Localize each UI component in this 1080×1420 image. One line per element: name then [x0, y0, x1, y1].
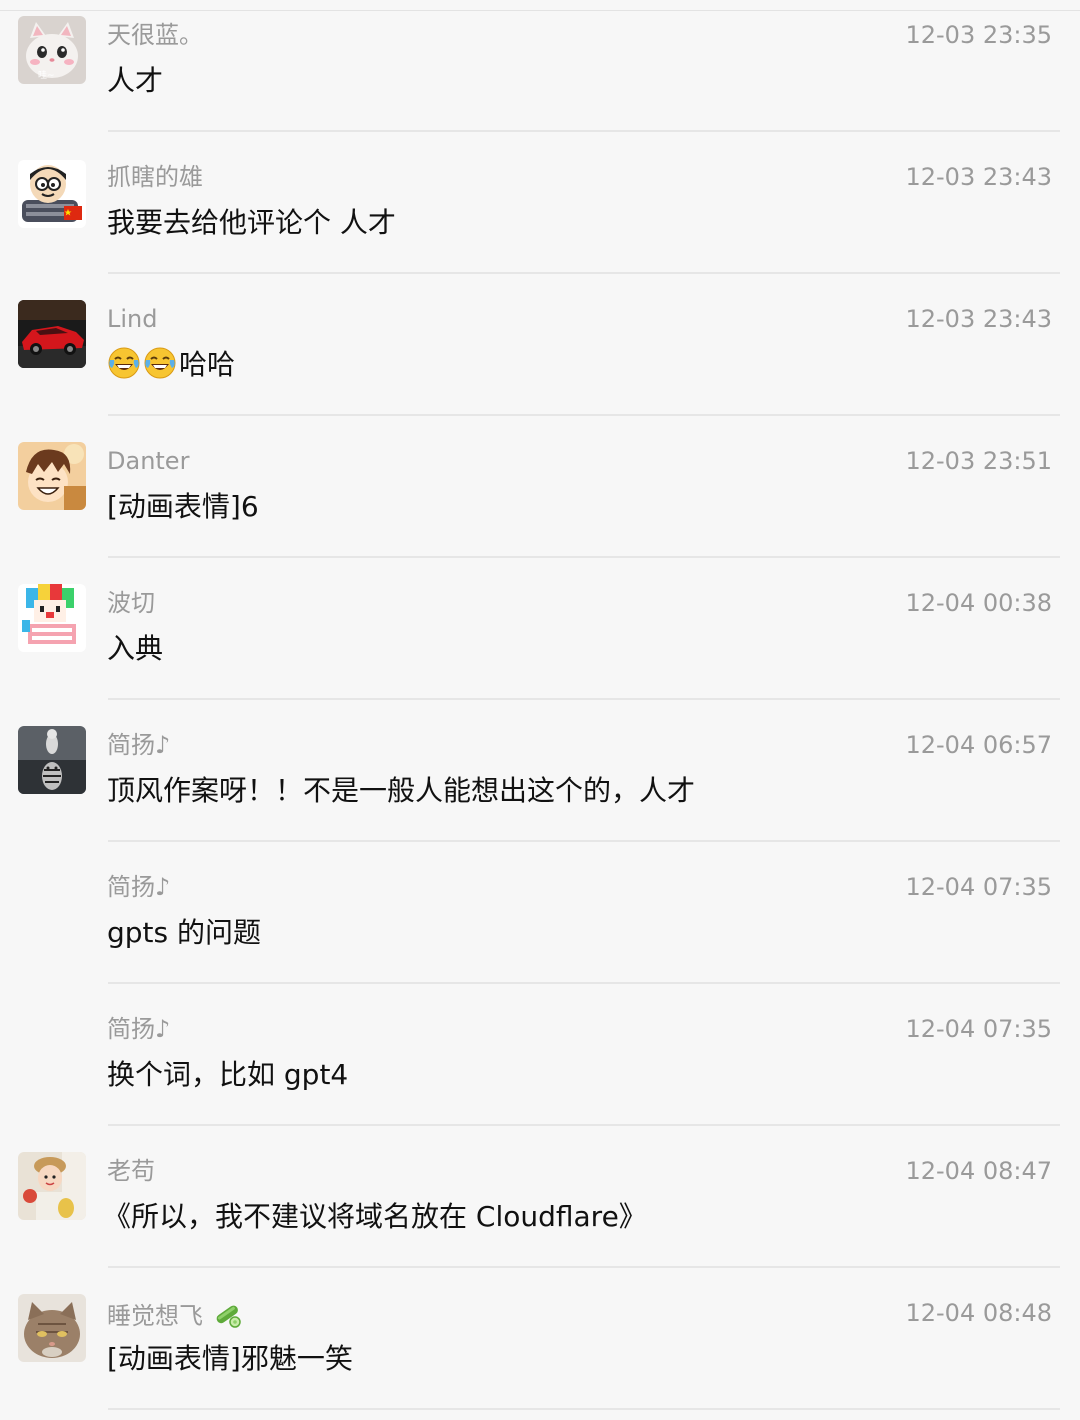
cartoon-boy-avatar-icon[interactable] — [18, 160, 86, 228]
comment-item[interactable]: 简扬♪ 12-04 07:35 gpts 的问题 — [0, 852, 1080, 994]
comment-text: 我要去给他评论个 人才 — [107, 206, 396, 239]
commenter-name[interactable]: 波切 — [107, 588, 155, 618]
cat-tiger-reflection-avatar-icon[interactable] — [18, 726, 86, 794]
comment-time: 12-03 23:43 — [905, 305, 1052, 333]
comment-text-content: 哈哈 — [179, 348, 236, 381]
commenter-name[interactable]: 抓瞎的雄 — [107, 162, 203, 192]
comment-text: [动画表情]6 — [107, 490, 259, 523]
commenter-name[interactable]: 天很蓝。 — [107, 20, 203, 50]
child-photo-avatar-icon[interactable] — [18, 1152, 86, 1220]
commenter-name[interactable]: Danter — [107, 446, 189, 476]
pixel-clown-avatar-icon[interactable] — [18, 584, 86, 652]
comment-text: 顶风作案呀！！不是一般人能想出这个的，人才 — [107, 774, 696, 807]
cat-face-avatar-icon[interactable] — [18, 1294, 86, 1362]
comment-time: 12-04 08:48 — [905, 1299, 1052, 1327]
commenter-name[interactable]: 老苟 — [107, 1156, 155, 1186]
comment-time: 12-03 23:35 — [905, 21, 1052, 49]
cucumber-icon — [211, 1298, 243, 1337]
anime-boy-avatar-icon[interactable] — [18, 442, 86, 510]
commenter-name[interactable]: 睡觉想飞 — [107, 1302, 203, 1330]
cat-avatar-icon[interactable]: 哇~ — [18, 16, 86, 84]
comment-item[interactable]: Danter 12-03 23:51 [动画表情]6 — [0, 426, 1080, 568]
commenter-name[interactable]: 简扬♪ — [107, 1014, 170, 1044]
comment-item[interactable]: 老苟 12-04 08:47 《所以，我不建议将域名放在 Cloudflare》 — [0, 1136, 1080, 1278]
comment-item[interactable]: 简扬♪ 12-04 06:57 顶风作案呀！！不是一般人能想出这个的，人才 — [0, 710, 1080, 852]
comment-text: [动画表情]邪魅一笑 — [107, 1342, 353, 1375]
comment-separator — [108, 130, 1060, 132]
comment-time: 12-04 06:57 — [905, 731, 1052, 759]
comment-item[interactable]: Lind 12-03 23:43 哈哈 — [0, 284, 1080, 426]
comment-separator — [108, 1408, 1060, 1410]
comment-text: 《所以，我不建议将域名放在 Cloudflare》 — [103, 1200, 647, 1233]
comment-item[interactable]: 睡觉想飞 12-04 08:48 [动画表情]邪魅一笑 — [0, 1278, 1080, 1420]
comment-text: 人才 — [107, 64, 164, 97]
comment-item[interactable]: 波切 12-04 00:38 入典 — [0, 568, 1080, 710]
comment-item[interactable]: 哇~ 天很蓝。 12-03 23:35 人才 — [0, 0, 1080, 142]
comment-item[interactable]: 抓瞎的雄 12-03 23:43 我要去给他评论个 人才 — [0, 142, 1080, 284]
comment-time: 12-04 07:35 — [905, 1015, 1052, 1043]
svg-text:哇~: 哇~ — [38, 70, 55, 81]
comment-text: 换个词，比如 gpt4 — [107, 1058, 349, 1091]
comment-separator — [108, 1266, 1060, 1268]
comment-separator — [108, 840, 1060, 842]
comment-time: 12-03 23:51 — [905, 447, 1052, 475]
commenter-name[interactable]: 简扬♪ — [107, 872, 170, 902]
laughing-tears-emoji-icon — [107, 346, 141, 391]
comment-text: gpts 的问题 — [107, 916, 262, 949]
comment-item[interactable]: 简扬♪ 12-04 07:35 换个词，比如 gpt4 — [0, 994, 1080, 1136]
comment-time: 12-03 23:43 — [905, 163, 1052, 191]
comment-separator — [108, 698, 1060, 700]
comment-separator — [108, 556, 1060, 558]
laughing-tears-emoji-icon — [143, 346, 177, 391]
commenter-name[interactable]: 简扬♪ — [107, 730, 170, 760]
comment-list: 哇~ 天很蓝。 12-03 23:35 人才 抓瞎的雄 12-03 23:43 … — [0, 0, 1080, 1412]
commenter-name[interactable]: Lind — [107, 304, 157, 334]
comment-time: 12-04 00:38 — [905, 589, 1052, 617]
comment-time: 12-04 07:35 — [905, 873, 1052, 901]
comment-separator — [108, 272, 1060, 274]
comment-separator — [108, 1124, 1060, 1126]
comment-time: 12-04 08:47 — [905, 1157, 1052, 1185]
commenter-name-row: 睡觉想飞 — [107, 1298, 245, 1337]
comment-separator — [108, 414, 1060, 416]
red-car-avatar-icon[interactable] — [18, 300, 86, 368]
comment-text: 入典 — [107, 632, 164, 665]
comment-text: 哈哈 — [107, 345, 235, 391]
comment-separator — [108, 982, 1060, 984]
